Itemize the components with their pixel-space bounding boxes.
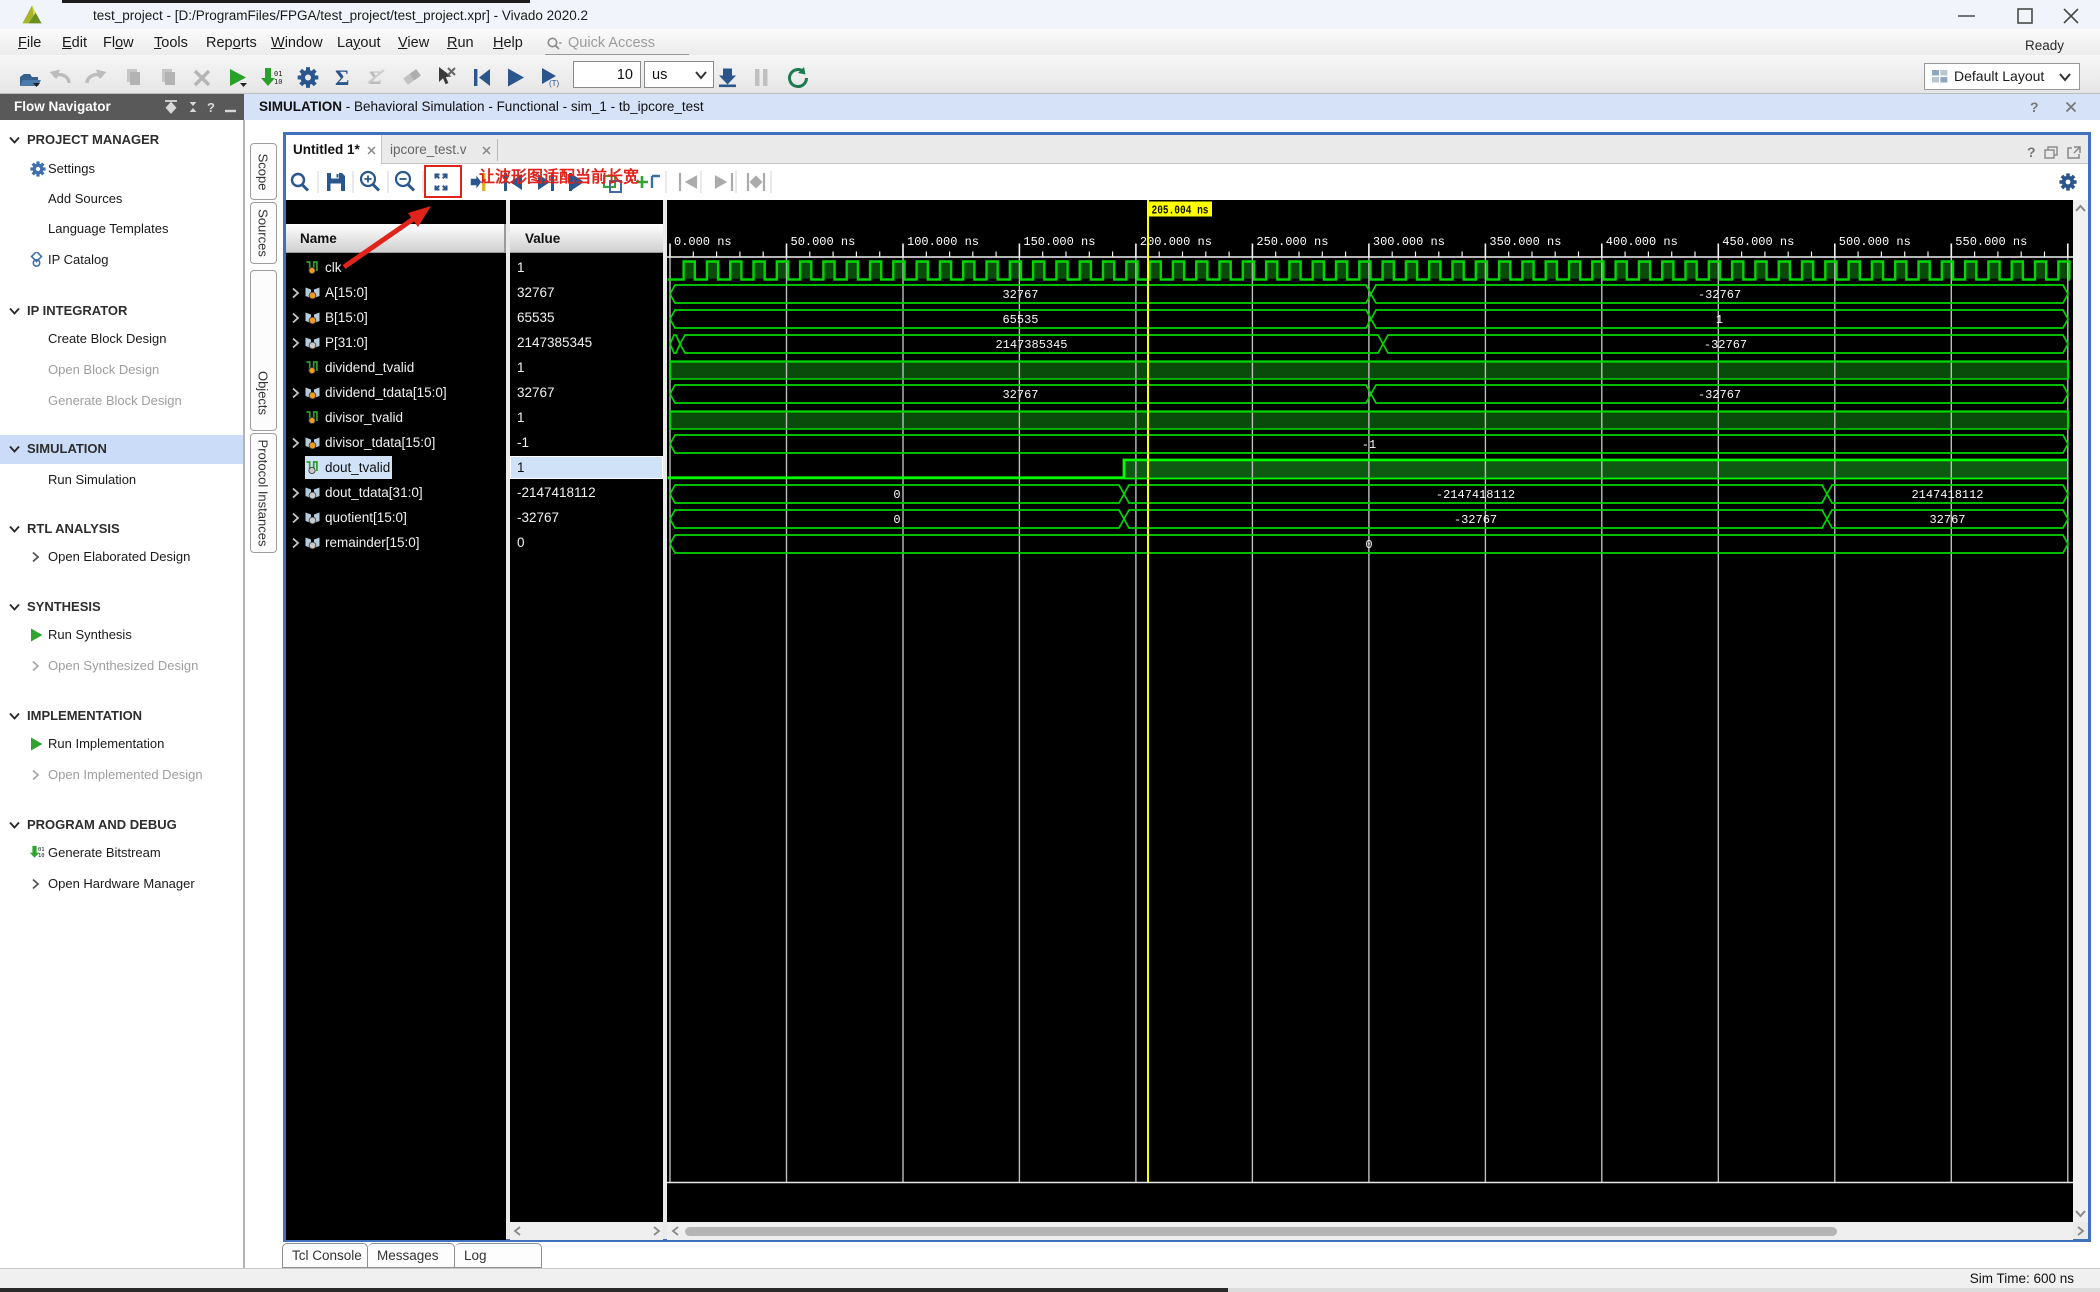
svg-text:0: 0: [1365, 538, 1372, 552]
svg-text:10: 10: [38, 853, 45, 859]
svg-text:65535: 65535: [1002, 313, 1038, 327]
svg-text:205.004 ns: 205.004 ns: [1152, 205, 1209, 218]
svg-text:100.000 ns: 100.000 ns: [907, 235, 979, 249]
svg-text:Σ: Σ: [369, 68, 381, 89]
svg-text:400.000 ns: 400.000 ns: [1606, 235, 1678, 249]
svg-text:250.000 ns: 250.000 ns: [1256, 235, 1328, 249]
svg-text:-1: -1: [1362, 438, 1376, 452]
svg-text:Σ: Σ: [335, 65, 349, 90]
svg-text:50.000 ns: 50.000 ns: [791, 235, 856, 249]
svg-text:550.000 ns: 550.000 ns: [1955, 235, 2027, 249]
svg-text:300.000 ns: 300.000 ns: [1373, 235, 1445, 249]
svg-text:32767: 32767: [1002, 388, 1038, 402]
svg-text:-32767: -32767: [1698, 288, 1741, 302]
svg-text:2147385345: 2147385345: [995, 338, 1067, 352]
svg-text:0.000 ns: 0.000 ns: [674, 235, 732, 249]
svg-text:200.000 ns: 200.000 ns: [1140, 235, 1212, 249]
svg-text:-32767: -32767: [1698, 388, 1741, 402]
svg-text:32767: 32767: [1002, 288, 1038, 302]
svg-text:?: ?: [207, 100, 215, 115]
svg-text:10: 10: [274, 78, 282, 86]
svg-text:2147418112: 2147418112: [1911, 488, 1983, 502]
svg-text:0: 0: [893, 513, 900, 527]
svg-text:150.000 ns: 150.000 ns: [1023, 235, 1095, 249]
svg-text:-32767: -32767: [1454, 513, 1497, 527]
svg-text:450.000 ns: 450.000 ns: [1722, 235, 1794, 249]
svg-text:(T): (T): [549, 79, 560, 88]
svg-text:500.000 ns: 500.000 ns: [1839, 235, 1911, 249]
svg-text:1: 1: [1716, 313, 1723, 327]
svg-text:-32767: -32767: [1704, 338, 1747, 352]
svg-text:0: 0: [893, 488, 900, 502]
svg-text:01: 01: [274, 70, 282, 78]
svg-text:-2147418112: -2147418112: [1436, 488, 1515, 502]
svg-text:350.000 ns: 350.000 ns: [1489, 235, 1561, 249]
svg-text:32767: 32767: [1929, 513, 1965, 527]
